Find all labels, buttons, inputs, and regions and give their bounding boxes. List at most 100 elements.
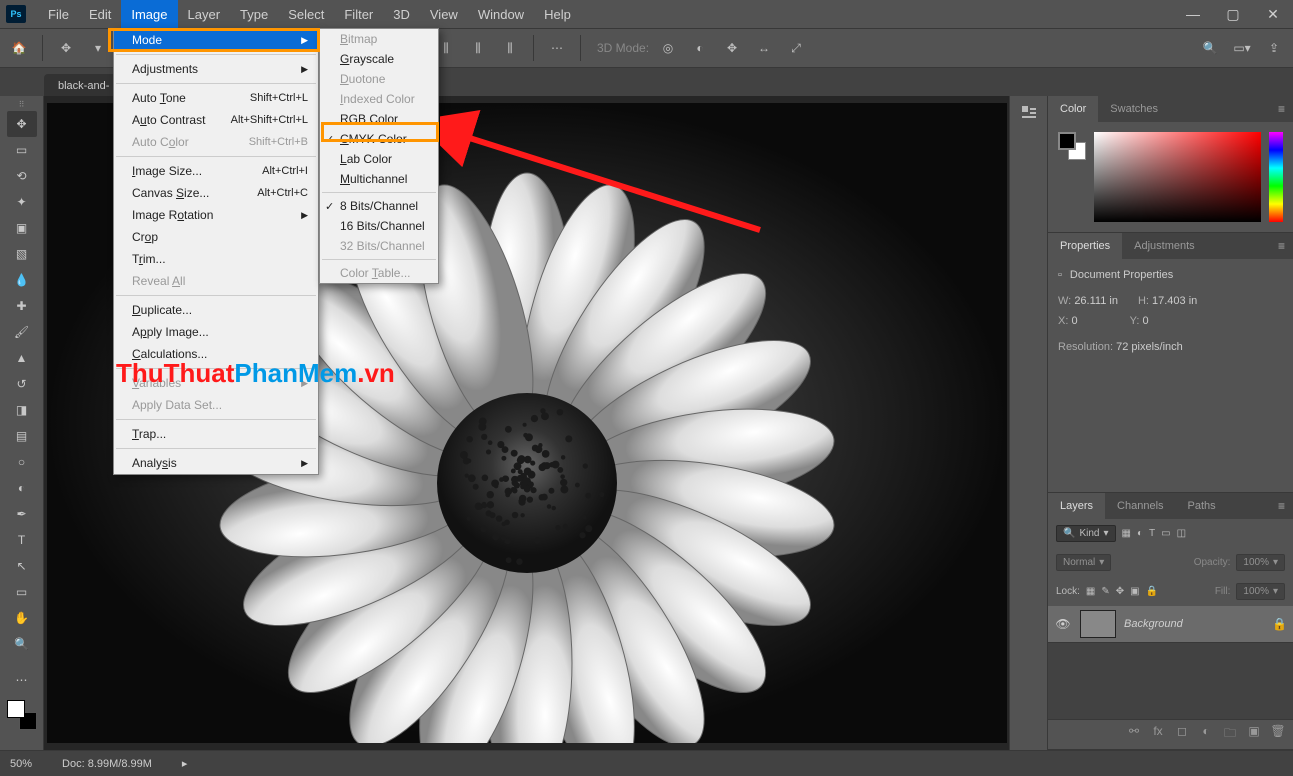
opacity-input[interactable]: 100% ▾: [1236, 554, 1285, 571]
color-field[interactable]: [1094, 132, 1261, 222]
layer-mask-icon[interactable]: ◻: [1173, 724, 1191, 745]
tab-layers[interactable]: Layers: [1048, 493, 1105, 519]
filter-shape-icon[interactable]: ▭: [1161, 528, 1170, 539]
menu-item-mode[interactable]: Mode▶: [114, 29, 318, 51]
menu-item-auto-tone[interactable]: Auto ToneShift+Ctrl+L: [114, 87, 318, 109]
workspace-icon[interactable]: ▭▾: [1229, 35, 1255, 61]
mode3d-orbit-icon[interactable]: ◎: [655, 35, 681, 61]
menu-item-image-rotation[interactable]: Image Rotation▶: [114, 204, 318, 226]
menu-window[interactable]: Window: [468, 0, 534, 28]
menu-select[interactable]: Select: [278, 0, 334, 28]
adjustment-layer-icon[interactable]: ◐: [1197, 724, 1215, 745]
menu-item-cmyk-color[interactable]: ✓CMYK Color: [320, 129, 438, 149]
wand-tool[interactable]: ✦: [7, 189, 37, 215]
menu-item-adjustments[interactable]: Adjustments▶: [114, 58, 318, 80]
distribute-v-icon[interactable]: ⫼: [465, 35, 491, 61]
maximize-button[interactable]: ▢: [1213, 0, 1253, 28]
menu-item-8-bits-channel[interactable]: ✓8 Bits/Channel: [320, 196, 438, 216]
lasso-tool[interactable]: ⟲: [7, 163, 37, 189]
menu-item-grayscale[interactable]: Grayscale: [320, 49, 438, 69]
eyedropper-tool[interactable]: 💧: [7, 267, 37, 293]
tool-move-icon[interactable]: ✥: [53, 35, 79, 61]
menu-type[interactable]: Type: [230, 0, 278, 28]
delete-layer-icon[interactable]: 🗑: [1269, 724, 1287, 745]
menu-item-multichannel[interactable]: Multichannel: [320, 169, 438, 189]
new-layer-icon[interactable]: ▣: [1245, 724, 1263, 745]
menu-3d[interactable]: 3D: [383, 0, 420, 28]
menu-item-crop[interactable]: Crop: [114, 226, 318, 248]
stamp-tool[interactable]: ▲: [7, 345, 37, 371]
lock-position-icon[interactable]: ✥: [1116, 586, 1124, 597]
minimize-button[interactable]: —: [1173, 0, 1213, 28]
share-icon[interactable]: ⇪: [1261, 35, 1287, 61]
panel-menu-icon[interactable]: ≡: [1270, 499, 1293, 513]
edit-toolbar-icon[interactable]: ⋯: [7, 667, 37, 693]
hand-tool[interactable]: ✋: [7, 605, 37, 631]
group-icon[interactable]: 🗀: [1221, 724, 1239, 745]
tab-swatches[interactable]: Swatches: [1098, 96, 1170, 122]
lock-transparency-icon[interactable]: ▦: [1086, 586, 1095, 597]
pen-tool[interactable]: ✒: [7, 501, 37, 527]
blur-tool[interactable]: ○: [7, 449, 37, 475]
foreground-background-swatch[interactable]: [1058, 132, 1086, 160]
menu-item-analysis[interactable]: Analysis▶: [114, 452, 318, 474]
lock-artboard-icon[interactable]: ▣: [1130, 586, 1139, 597]
menu-file[interactable]: File: [38, 0, 79, 28]
menu-image[interactable]: Image: [121, 0, 177, 28]
panel-menu-icon[interactable]: ≡: [1270, 102, 1293, 116]
dodge-tool[interactable]: ◐: [7, 475, 37, 501]
lock-all-icon[interactable]: 🔒: [1146, 586, 1158, 597]
menu-item-image-size-[interactable]: Image Size...Alt+Ctrl+I: [114, 160, 318, 182]
menu-item-apply-image-[interactable]: Apply Image...: [114, 321, 318, 343]
crop-tool[interactable]: ▣: [7, 215, 37, 241]
lock-paint-icon[interactable]: ✎: [1101, 586, 1109, 597]
more-align-icon[interactable]: ⋯: [544, 35, 570, 61]
menu-item-auto-contrast[interactable]: Auto ContrastAlt+Shift+Ctrl+L: [114, 109, 318, 131]
menu-view[interactable]: View: [420, 0, 468, 28]
eraser-tool[interactable]: ◨: [7, 397, 37, 423]
mode3d-roll-icon[interactable]: ◐: [687, 35, 713, 61]
filter-type-icon[interactable]: T: [1149, 528, 1155, 539]
menu-item-rgb-color[interactable]: RGB Color: [320, 109, 438, 129]
move-tool[interactable]: ✥: [7, 111, 37, 137]
mode3d-pan-icon[interactable]: ✥: [719, 35, 745, 61]
menu-filter[interactable]: Filter: [334, 0, 383, 28]
rect-tool[interactable]: ▭: [7, 579, 37, 605]
distribute-space-icon[interactable]: ⫼: [497, 35, 523, 61]
menu-item-duplicate-[interactable]: Duplicate...: [114, 299, 318, 321]
tab-color[interactable]: Color: [1048, 96, 1098, 122]
tab-channels[interactable]: Channels: [1105, 493, 1175, 519]
zoom-level[interactable]: 50%: [10, 758, 32, 770]
hue-strip[interactable]: [1269, 132, 1283, 222]
filter-pixel-icon[interactable]: ▦: [1122, 528, 1131, 539]
history-tool[interactable]: ↺: [7, 371, 37, 397]
blend-mode-select[interactable]: Normal ▾: [1056, 554, 1111, 571]
fill-input[interactable]: 100% ▾: [1236, 583, 1285, 600]
panel-menu-icon[interactable]: ≡: [1270, 239, 1293, 253]
layer-kind-select[interactable]: 🔍 Kind ▾: [1056, 525, 1116, 542]
zoom-tool[interactable]: 🔍: [7, 631, 37, 657]
visibility-icon[interactable]: 👁: [1054, 617, 1072, 631]
filter-smart-icon[interactable]: ◫: [1177, 528, 1186, 539]
path-tool[interactable]: ↖: [7, 553, 37, 579]
mode3d-zoom-icon[interactable]: ⤢: [783, 35, 809, 61]
mode3d-slide-icon[interactable]: ↔: [751, 35, 777, 61]
tab-adjustments[interactable]: Adjustments: [1122, 233, 1207, 259]
color-swatches[interactable]: [7, 700, 37, 730]
menu-item-calculations-[interactable]: Calculations...: [114, 343, 318, 365]
tab-properties[interactable]: Properties: [1048, 233, 1122, 259]
menu-help[interactable]: Help: [534, 0, 581, 28]
menu-item-16-bits-channel[interactable]: 16 Bits/Channel: [320, 216, 438, 236]
brush-tool[interactable]: 🖌: [7, 319, 37, 345]
doc-size[interactable]: Doc: 8.99M/8.99M: [62, 758, 152, 770]
tools-grip[interactable]: ⠿: [12, 100, 32, 108]
dropdown-icon[interactable]: ▾: [85, 35, 111, 61]
heal-tool[interactable]: ✚: [7, 293, 37, 319]
link-layers-icon[interactable]: ⚯: [1125, 724, 1143, 745]
layer-row[interactable]: 👁 Background 🔒: [1048, 606, 1293, 643]
status-arrow-icon[interactable]: ▸: [182, 757, 188, 770]
close-button[interactable]: ✕: [1253, 0, 1293, 28]
search-icon[interactable]: 🔍: [1197, 35, 1223, 61]
menu-layer[interactable]: Layer: [178, 0, 231, 28]
frame-tool[interactable]: ▧: [7, 241, 37, 267]
